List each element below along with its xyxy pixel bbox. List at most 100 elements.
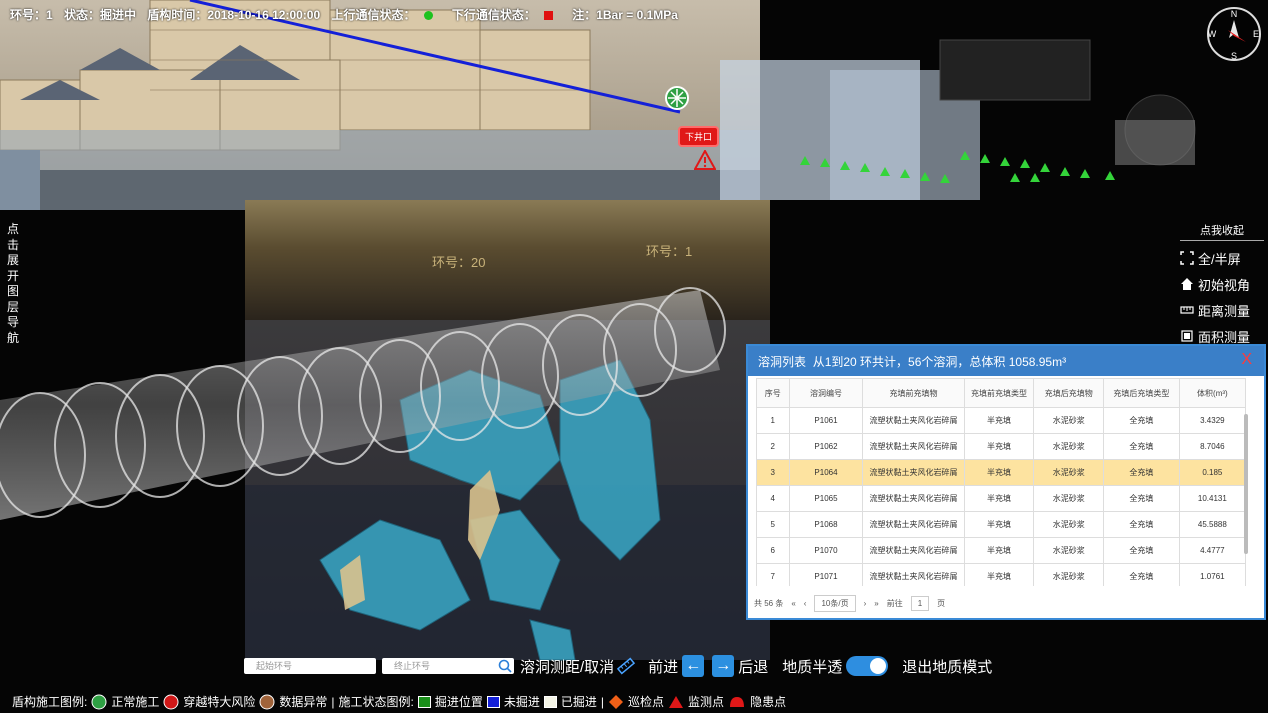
table-header-row: 序号 溶洞编号 充填前充填物 充填前充填类型 充填后充填物 充填后充填类型 体积… xyxy=(756,378,1247,408)
not-excavated-icon xyxy=(486,695,500,708)
right-toolbar: 点我收起 全/半屏 初始视角 距离测量 面积测量 xyxy=(1180,222,1264,349)
legend-monitor: 监测点 xyxy=(688,695,725,709)
close-icon[interactable]: X xyxy=(1241,351,1252,369)
bottom-controls: 起始环号 终止环号 溶洞测距/取消 前进 ← → 后退 地质半透 退出地质模式 xyxy=(244,655,992,677)
table-cell: 水泥砂浆 xyxy=(1033,459,1105,486)
table-cell: 水泥砂浆 xyxy=(1033,511,1105,538)
forward-label: 前进 xyxy=(648,658,679,676)
layer-navigation-toggle[interactable]: 点击展开图层导航 xyxy=(6,222,20,346)
status-bar: 环号：1 状态：掘进中 盾构时间：2018-10-16 12:00:00 上行通… xyxy=(10,6,686,23)
table-cell: 流塑状黏土夹风化岩碎屑 xyxy=(862,511,965,538)
goto-label: 前往 xyxy=(886,599,903,608)
table-cell: 半充填 xyxy=(963,563,1035,586)
column-header[interactable]: 溶洞编号 xyxy=(788,378,864,408)
table-cell: 半充填 xyxy=(963,433,1035,460)
data-abnormal-icon xyxy=(259,694,275,709)
area-measure-label: 面积测量 xyxy=(1198,329,1251,345)
table-row[interactable]: 6 P1070 流塑状黏土夹风化岩碎屑 半充填 水泥砂浆 全充填 4.4777 xyxy=(756,537,1247,564)
backward-button[interactable]: → xyxy=(712,655,735,677)
shaft-tag[interactable]: 下井口 xyxy=(678,126,720,147)
table-pagination: 共 56 条 « ‹ 10条/页 › » 前往 1 页 xyxy=(754,595,945,612)
legend-bar: 盾构施工图例: 正常施工 穿越特大风险 数据异常 | 施工状态图例: 掘进位置 … xyxy=(12,693,786,710)
fullscreen-icon xyxy=(1180,251,1194,265)
table-row[interactable]: 4 P1065 流塑状黏土夹风化岩碎屑 半充填 水泥砂浆 全充填 10.4131 xyxy=(756,485,1247,512)
unit-note: 注：1Bar = 0.1MPa xyxy=(572,8,678,22)
table-cell: 水泥砂浆 xyxy=(1033,485,1105,512)
exit-geology-mode-button[interactable]: 退出地质模式 xyxy=(902,656,992,677)
excavation-position-icon xyxy=(417,695,431,708)
uplink-status: 上行通信状态： xyxy=(332,8,444,22)
shield-legend-title: 盾构施工图例: xyxy=(12,695,88,709)
hazard-point-icon xyxy=(730,696,745,707)
backward-label: 后退 xyxy=(738,658,769,676)
table-cell: 水泥砂浆 xyxy=(1033,563,1105,586)
table-cell: P1061 xyxy=(788,407,864,434)
table-cell: P1062 xyxy=(788,433,864,460)
end-ring-input[interactable]: 终止环号 xyxy=(382,658,514,674)
table-cell: 水泥砂浆 xyxy=(1033,433,1105,460)
forward-button[interactable]: ← xyxy=(682,655,705,677)
table-cell: 45.5888 xyxy=(1178,511,1247,538)
ruler-icon[interactable] xyxy=(616,657,636,675)
table-cell: P1070 xyxy=(788,537,864,564)
table-row[interactable]: 5 P1068 流塑状黏土夹风化岩碎屑 半充填 水泥砂浆 全充填 45.5888 xyxy=(756,511,1247,538)
area-icon xyxy=(1181,330,1193,342)
legend-separator: | xyxy=(331,694,335,709)
table-row[interactable]: 3 P1064 流塑状黏土夹风化岩碎屑 半充填 水泥砂浆 全充填 0.185 xyxy=(756,459,1247,486)
table-cell: P1071 xyxy=(788,563,864,586)
table-cell: 全充填 xyxy=(1103,433,1180,460)
table-cell: 2 xyxy=(756,433,790,460)
table-cell: 流塑状黏土夹风化岩碎屑 xyxy=(862,459,965,486)
table-cell: 10.4131 xyxy=(1178,485,1247,512)
column-header[interactable]: 序号 xyxy=(756,378,790,408)
column-header[interactable]: 充填后充填物 xyxy=(1033,378,1105,408)
total-count: 共 56 条 xyxy=(754,599,784,608)
prev-page-button[interactable]: ‹ xyxy=(804,599,807,608)
distance-measure-label: 距离测量 xyxy=(1198,303,1251,319)
compass-icon[interactable]: N S W E xyxy=(1206,6,1262,62)
normal-construction-icon xyxy=(91,694,107,709)
warning-icon[interactable] xyxy=(694,150,716,170)
table-cell: 全充填 xyxy=(1103,485,1180,512)
column-header[interactable]: 充填后充填类型 xyxy=(1103,378,1180,408)
column-header[interactable]: 充填前充填类型 xyxy=(963,378,1035,408)
page-size-select[interactable]: 10条/页 xyxy=(814,595,856,612)
ring-number: 环号：1 xyxy=(10,8,53,22)
table-scrollbar[interactable] xyxy=(1244,414,1248,554)
page-number-input[interactable]: 1 xyxy=(910,596,930,611)
shield-machine-icon[interactable] xyxy=(665,86,689,115)
cave-table-container[interactable]: 序号 溶洞编号 充填前充填物 充填前充填类型 充填后充填物 充填后充填类型 体积… xyxy=(756,378,1252,586)
table-cell: 全充填 xyxy=(1103,511,1180,538)
column-header[interactable]: 充填前充填物 xyxy=(862,378,965,408)
cave-measure-button[interactable]: 溶洞测距/取消 xyxy=(520,656,614,677)
table-cell: 1.0761 xyxy=(1178,563,1247,586)
fullscreen-button[interactable]: 全/半屏 xyxy=(1180,245,1264,271)
table-row[interactable]: 1 P1061 流塑状黏土夹风化岩碎屑 半充填 水泥砂浆 全充填 3.4329 xyxy=(756,407,1247,434)
distance-measure-button[interactable]: 距离测量 xyxy=(1180,297,1264,323)
tunnel-state: 状态：掘进中 xyxy=(64,8,137,22)
table-cell: 8.7046 xyxy=(1178,433,1247,460)
legend-hazard: 隐患点 xyxy=(750,695,787,709)
table-row[interactable]: 7 P1071 流塑状黏土夹风化岩碎屑 半充填 水泥砂浆 全充填 1.0761 xyxy=(756,563,1247,586)
table-cell: 水泥砂浆 xyxy=(1033,407,1105,434)
downlink-status: 下行通信状态： xyxy=(452,8,564,22)
last-page-button[interactable]: » xyxy=(874,599,878,608)
table-cell: 3.4329 xyxy=(1178,407,1247,434)
table-row[interactable]: 2 P1062 流塑状黏土夹风化岩碎屑 半充填 水泥砂浆 全充填 8.7046 xyxy=(756,433,1247,460)
ring-label-1: 环号：1 xyxy=(646,244,693,259)
geo-transparent-toggle[interactable] xyxy=(846,656,889,676)
compass-e: E xyxy=(1253,29,1259,39)
cave-list-title: 溶洞列表 xyxy=(758,354,807,369)
initial-view-button[interactable]: 初始视角 xyxy=(1180,271,1264,297)
toolbar-collapse-button[interactable]: 点我收起 xyxy=(1180,222,1264,241)
table-cell: 流塑状黏土夹风化岩碎屑 xyxy=(862,537,965,564)
start-ring-input[interactable]: 起始环号 xyxy=(244,658,376,674)
table-cell: 7 xyxy=(756,563,790,586)
search-icon[interactable] xyxy=(498,659,512,673)
column-header[interactable]: 体积(m³) xyxy=(1178,378,1247,408)
first-page-button[interactable]: « xyxy=(791,599,795,608)
table-cell: P1064 xyxy=(788,459,864,486)
table-cell: 全充填 xyxy=(1103,563,1180,586)
next-page-button[interactable]: › xyxy=(864,599,867,608)
table-cell: 4.4777 xyxy=(1178,537,1247,564)
